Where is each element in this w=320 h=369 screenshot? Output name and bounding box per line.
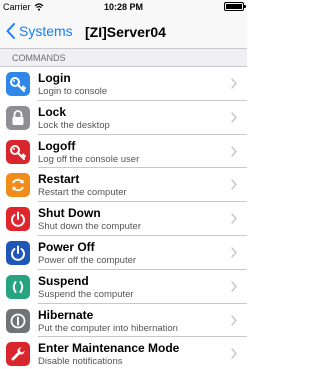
chevron-right-icon (231, 247, 237, 258)
lock-icon (6, 105, 30, 130)
chevron-right-icon (231, 112, 237, 123)
command-title: Logoff (38, 138, 76, 153)
hibernate-icon (6, 308, 30, 333)
chevron-right-icon (231, 78, 237, 89)
command-subtitle: Shut down the computer (38, 221, 141, 233)
command-row-suspend[interactable]: Suspend Suspend the computer (0, 270, 247, 304)
command-list: Login Login to console Lock Lock the deskto… (0, 67, 247, 369)
command-row-restart[interactable]: Restart Restart the computer (0, 168, 247, 202)
status-right (224, 2, 246, 11)
back-button[interactable]: Systems (6, 23, 73, 39)
command-row-power-off[interactable]: Power Off Power off the computer (0, 236, 247, 270)
command-title: Suspend (38, 273, 89, 288)
chevron-right-icon (231, 314, 237, 326)
command-subtitle: Restart the computer (38, 187, 127, 199)
restart-icon (6, 173, 30, 198)
power-icon (6, 207, 30, 232)
command-row-lock[interactable]: Lock Lock the desktop (0, 101, 247, 135)
chevron-left-icon (6, 23, 15, 39)
key-icon (6, 72, 30, 96)
suspend-icon (6, 274, 30, 299)
command-title: Restart (38, 172, 80, 187)
key-icon (6, 139, 30, 164)
command-subtitle: Disable notifications (38, 356, 123, 368)
command-title: Enter Maintenance Mode (38, 341, 180, 356)
command-row-shut-down[interactable]: Shut Down Shut down the computer (0, 202, 247, 236)
navigation-bar: Systems [ZI]Server04 (0, 15, 247, 49)
back-button-label: Systems (19, 23, 73, 39)
battery-icon (224, 2, 246, 11)
status-bar: Carrier 10:28 PM (0, 0, 247, 15)
page-title: [ZI]Server04 (85, 24, 166, 40)
command-subtitle: Login to console (38, 86, 108, 97)
command-subtitle: Suspend the computer (38, 288, 134, 300)
chevron-right-icon (231, 145, 237, 157)
command-subtitle: Lock the desktop (38, 119, 110, 131)
wrench-icon (6, 342, 30, 367)
command-row-enter-maintenance-mode[interactable]: Enter Maintenance Mode Disable notificati… (0, 337, 247, 369)
power-icon (6, 240, 30, 265)
command-title: Power Off (38, 239, 95, 254)
section-header: COMMANDS (0, 49, 247, 67)
command-row-login[interactable]: Login Login to console (0, 67, 247, 101)
chevron-right-icon (231, 179, 237, 191)
command-subtitle: Put the computer into hibernation (38, 322, 178, 334)
command-title: Shut Down (38, 206, 101, 221)
status-time: 10:28 PM (103, 2, 144, 12)
command-subtitle: Power off the computer (38, 254, 137, 266)
chevron-right-icon (231, 281, 237, 292)
command-title: Login (38, 71, 71, 85)
command-subtitle: Log off the console user (38, 153, 140, 165)
command-title: Hibernate (38, 307, 94, 322)
chevron-right-icon (231, 348, 237, 360)
command-row-hibernate[interactable]: Hibernate Put the computer into hibernati… (0, 304, 247, 338)
command-title: Lock (38, 104, 67, 119)
command-row-logoff[interactable]: Logoff Log off the console user (0, 135, 247, 169)
chevron-right-icon (231, 213, 237, 224)
